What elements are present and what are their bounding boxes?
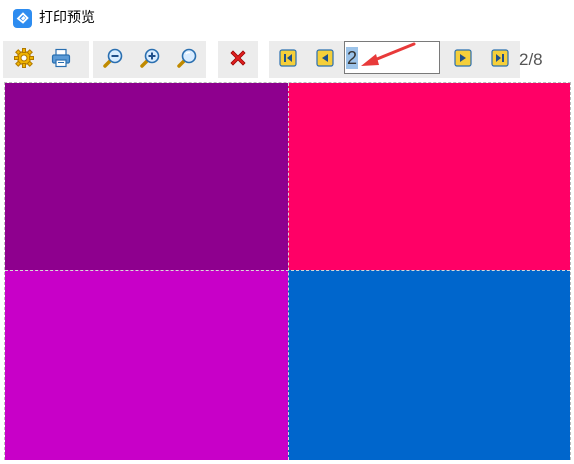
color-cell-top-right <box>288 83 570 270</box>
page-number-input[interactable] <box>344 41 440 74</box>
zoom-out-icon <box>103 48 123 68</box>
last-page-button[interactable] <box>487 45 513 71</box>
cell-divider-vertical <box>288 83 289 460</box>
toolbar: 2 2/8 <box>0 37 574 80</box>
next-page-button[interactable] <box>450 45 476 71</box>
cell-divider-horizontal <box>5 270 570 271</box>
color-cell-top-left <box>5 83 288 270</box>
window-title: 打印预览 <box>39 10 95 26</box>
app-icon <box>13 9 32 28</box>
first-page-button[interactable] <box>275 45 301 71</box>
zoom-fit-button[interactable] <box>174 45 200 71</box>
magnifier-icon <box>177 48 197 68</box>
print-button[interactable] <box>48 45 74 71</box>
page-count-label: 2/8 <box>519 50 543 69</box>
settings-button[interactable] <box>11 45 37 71</box>
first-page-icon <box>279 49 297 67</box>
zoom-out-button[interactable] <box>100 45 126 71</box>
color-cell-bottom-left <box>5 270 288 460</box>
last-page-icon <box>491 49 509 67</box>
close-icon <box>230 50 246 66</box>
gear-icon <box>14 48 34 68</box>
printer-icon <box>51 48 71 68</box>
color-cell-bottom-right <box>288 270 570 460</box>
title-bar: 打印预览 <box>0 0 574 37</box>
next-page-icon <box>454 49 472 67</box>
prev-page-button[interactable] <box>312 45 338 71</box>
print-preview-area <box>0 80 574 464</box>
prev-page-icon <box>316 49 334 67</box>
zoom-in-icon <box>140 48 160 68</box>
zoom-in-button[interactable] <box>137 45 163 71</box>
close-preview-button[interactable] <box>225 45 251 71</box>
